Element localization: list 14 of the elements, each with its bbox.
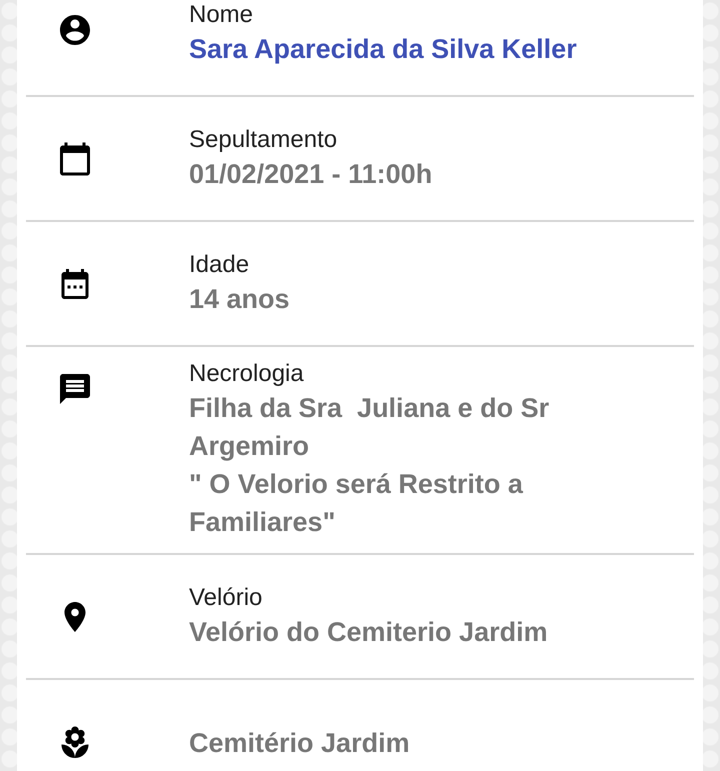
field-value: 14 anos [189, 282, 290, 316]
field-value: Filha da Sra Juliana e do Sr Argemiro " O Velorio será Restrito a Familiares" [189, 392, 550, 539]
field-label: Nome [189, 0, 254, 30]
calendar-icon [57, 140, 93, 176]
field-value: Cemitério Jardim [189, 726, 410, 760]
message-icon [57, 371, 93, 407]
field-value: 01/02/2021 - 11:00h [189, 158, 432, 190]
field-label: Sepultamento [189, 124, 338, 154]
field-label: Idade [189, 250, 250, 280]
field-label: Necrologia [189, 359, 305, 389]
field-value: Sara Aparecida da Silva Keller [189, 32, 577, 66]
field-value: Velório do Cemiterio Jardim [189, 616, 548, 648]
person-icon [57, 12, 93, 48]
field-label: Velório [189, 582, 264, 612]
